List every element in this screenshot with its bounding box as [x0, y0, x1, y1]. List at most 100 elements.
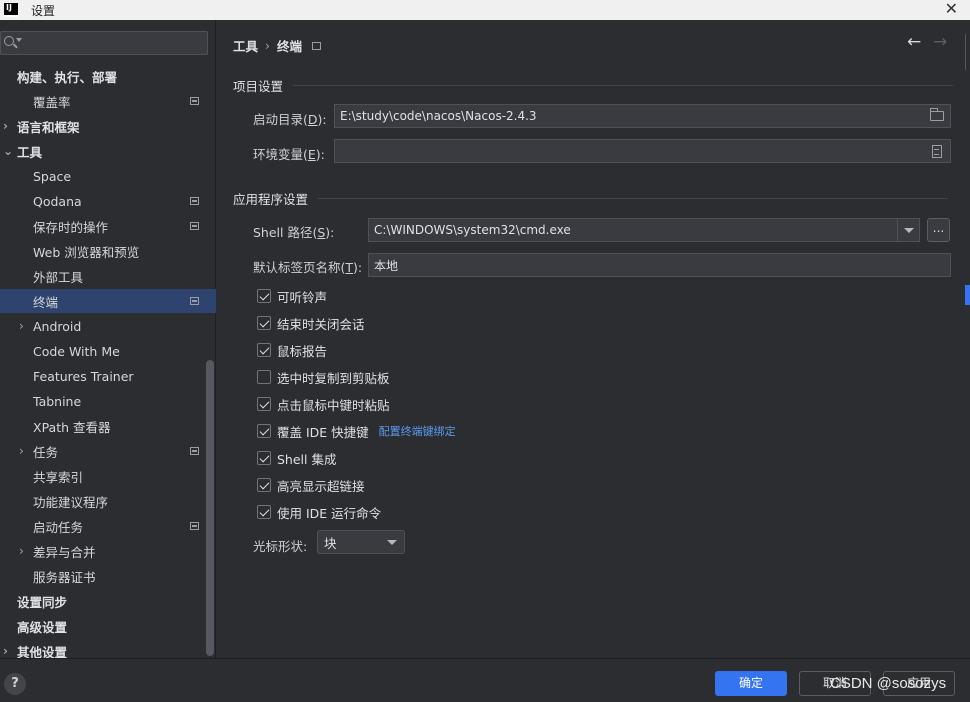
sidebar-item-label: Space	[33, 168, 72, 184]
section-divider	[318, 198, 949, 199]
start-dir-field[interactable]: E:\study\code\nacos\Nacos-2.4.3	[334, 104, 951, 128]
chevron-down-icon[interactable]	[897, 219, 919, 241]
breadcrumb-parent[interactable]: 工具	[233, 36, 258, 55]
chevron-right-icon[interactable]: ›	[3, 644, 8, 658]
default-tab-name-label: 默认标签页名称(T):	[253, 260, 363, 275]
sidebar-item-label: 终端	[33, 294, 59, 310]
edge-marker	[965, 285, 970, 305]
checkbox-row[interactable]: 结束时关闭会话	[257, 313, 365, 333]
sidebar-item[interactable]: Code With Me	[0, 339, 216, 363]
sidebar-item[interactable]: › Android	[0, 314, 216, 338]
chevron-right-icon[interactable]: ›	[19, 444, 24, 458]
checkbox[interactable]	[257, 397, 271, 411]
edit-env-vars-icon[interactable]	[932, 145, 942, 158]
sidebar-item[interactable]: XPath 查看器	[0, 414, 216, 438]
sidebar-item[interactable]: › 任务	[0, 439, 216, 463]
sidebar-item[interactable]: 构建、执行、部署	[0, 64, 216, 88]
cursor-shape-label: 光标形状:	[253, 539, 308, 554]
intellij-logo-icon: IJ	[4, 3, 18, 17]
window-title: 设置	[31, 3, 56, 18]
project-level-icon	[190, 197, 199, 205]
checkbox[interactable]	[257, 289, 271, 303]
forward-arrow-icon[interactable]: →	[933, 32, 947, 52]
configure-keybindings-link[interactable]: 配置终端键绑定	[379, 423, 456, 439]
env-vars-field[interactable]	[334, 139, 951, 163]
help-button[interactable]: ?	[4, 673, 26, 695]
checkbox[interactable]	[257, 451, 271, 465]
sidebar-item[interactable]: 终端	[0, 289, 216, 313]
checkbox-label: 鼠标报告	[277, 343, 328, 359]
settings-search-input[interactable]	[0, 31, 208, 55]
checkbox-label: 使用 IDE 运行命令	[277, 505, 382, 521]
checkbox[interactable]	[257, 424, 271, 438]
checkbox-row[interactable]: 鼠标报告	[257, 340, 327, 360]
checkbox-label: Shell 集成	[277, 451, 337, 467]
checkbox[interactable]	[257, 370, 271, 384]
search-history-caret-icon[interactable]	[16, 38, 22, 42]
sidebar-item[interactable]: 高级设置	[0, 614, 216, 638]
sidebar-item-label: Android	[33, 318, 82, 334]
csdn-watermark: CSDN @sosozys	[830, 675, 947, 692]
sidebar-item[interactable]: 外部工具	[0, 264, 216, 288]
chevron-right-icon[interactable]: ›	[3, 119, 8, 133]
checkbox-row[interactable]: 使用 IDE 运行命令	[257, 502, 381, 522]
browse-folder-icon[interactable]	[930, 108, 944, 121]
sidebar-item[interactable]: 启动任务	[0, 514, 216, 538]
edge-divider	[965, 34, 970, 70]
sidebar-item[interactable]: 共享索引	[0, 464, 216, 488]
dialog-footer: ? 确定 取消 应用 CSDN @sosozys	[0, 658, 970, 702]
checkbox-label: 覆盖 IDE 快捷键	[277, 424, 369, 440]
sidebar-item[interactable]: Qodana	[0, 189, 216, 213]
sidebar-item-label: XPath 查看器	[33, 419, 111, 435]
sidebar-item[interactable]: Space	[0, 164, 216, 188]
checkbox-row[interactable]: Shell 集成	[257, 448, 336, 468]
checkbox-row[interactable]: 可听铃声	[257, 286, 327, 306]
sidebar-item-label: 保存时的操作	[33, 219, 109, 235]
project-settings-header: 项目设置	[233, 79, 284, 94]
back-arrow-icon[interactable]: ←	[907, 32, 921, 52]
breadcrumb: 工具 › 终端	[233, 36, 322, 55]
sidebar-item[interactable]: 设置同步	[0, 589, 216, 613]
sidebar-item[interactable]: Web 浏览器和预览	[0, 239, 216, 263]
sidebar-item[interactable]: Features Trainer	[0, 364, 216, 388]
project-level-icon	[190, 97, 199, 105]
settings-sidebar: 构建、执行、部署覆盖率 › 语言和框架 ⌄ 工具 Space Qodana 保存时的操作 Web…	[0, 20, 216, 660]
checkbox[interactable]	[257, 343, 271, 357]
sidebar-scrollbar[interactable]	[206, 360, 214, 656]
sidebar-item[interactable]: Tabnine	[0, 389, 216, 413]
chevron-right-icon[interactable]: ›	[19, 319, 24, 333]
checkbox-row[interactable]: 高亮显示超链接	[257, 475, 365, 495]
browse-shell-button[interactable]: ...	[927, 218, 950, 242]
checkbox-row[interactable]: 选中时复制到剪贴板	[257, 367, 390, 387]
env-vars-label: 环境变量(E):	[253, 147, 325, 162]
checkbox[interactable]	[257, 478, 271, 492]
breadcrumb-separator: ›	[265, 38, 271, 53]
sidebar-item[interactable]: 服务器证书	[0, 564, 216, 588]
sidebar-item-label: 共享索引	[33, 469, 84, 485]
checkbox[interactable]	[257, 316, 271, 330]
app-settings-section: 应用程序设置	[233, 189, 949, 208]
checkbox-row[interactable]: 点击鼠标中键时粘贴	[257, 394, 390, 414]
ok-button[interactable]: 确定	[715, 671, 787, 696]
close-window-icon[interactable]: ✕	[945, 0, 958, 18]
sidebar-item[interactable]: ⌄ 工具	[0, 139, 216, 163]
shell-path-combobox[interactable]: C:\WINDOWS\system32\cmd.exe	[368, 218, 920, 242]
window-titlebar: IJ 设置 ✕	[0, 0, 970, 20]
settings-content: 工具 › 终端 ← → 项目设置 启动目录(D): E:\study\code\…	[217, 20, 970, 658]
cursor-shape-dropdown[interactable]: 块	[317, 530, 405, 554]
chevron-down-icon[interactable]: ⌄	[3, 144, 13, 158]
sidebar-item[interactable]: 覆盖率	[0, 89, 216, 113]
checkbox-row[interactable]: 覆盖 IDE 快捷键 配置终端键绑定	[257, 421, 456, 441]
sidebar-item[interactable]: › 语言和框架	[0, 114, 216, 138]
sidebar-item[interactable]: 功能建议程序	[0, 489, 216, 513]
sidebar-item[interactable]: › 差异与合并	[0, 539, 216, 563]
sidebar-item[interactable]: 保存时的操作	[0, 214, 216, 238]
section-divider	[293, 85, 954, 86]
sidebar-item-label: 启动任务	[33, 519, 84, 535]
sidebar-item-label: 工具	[17, 144, 43, 160]
checkbox[interactable]	[257, 505, 271, 519]
chevron-right-icon[interactable]: ›	[19, 544, 24, 558]
default-tab-name-field[interactable]: 本地	[368, 253, 951, 277]
sidebar-item-label: 覆盖率	[33, 94, 71, 110]
start-dir-label: 启动目录(D):	[253, 112, 327, 127]
